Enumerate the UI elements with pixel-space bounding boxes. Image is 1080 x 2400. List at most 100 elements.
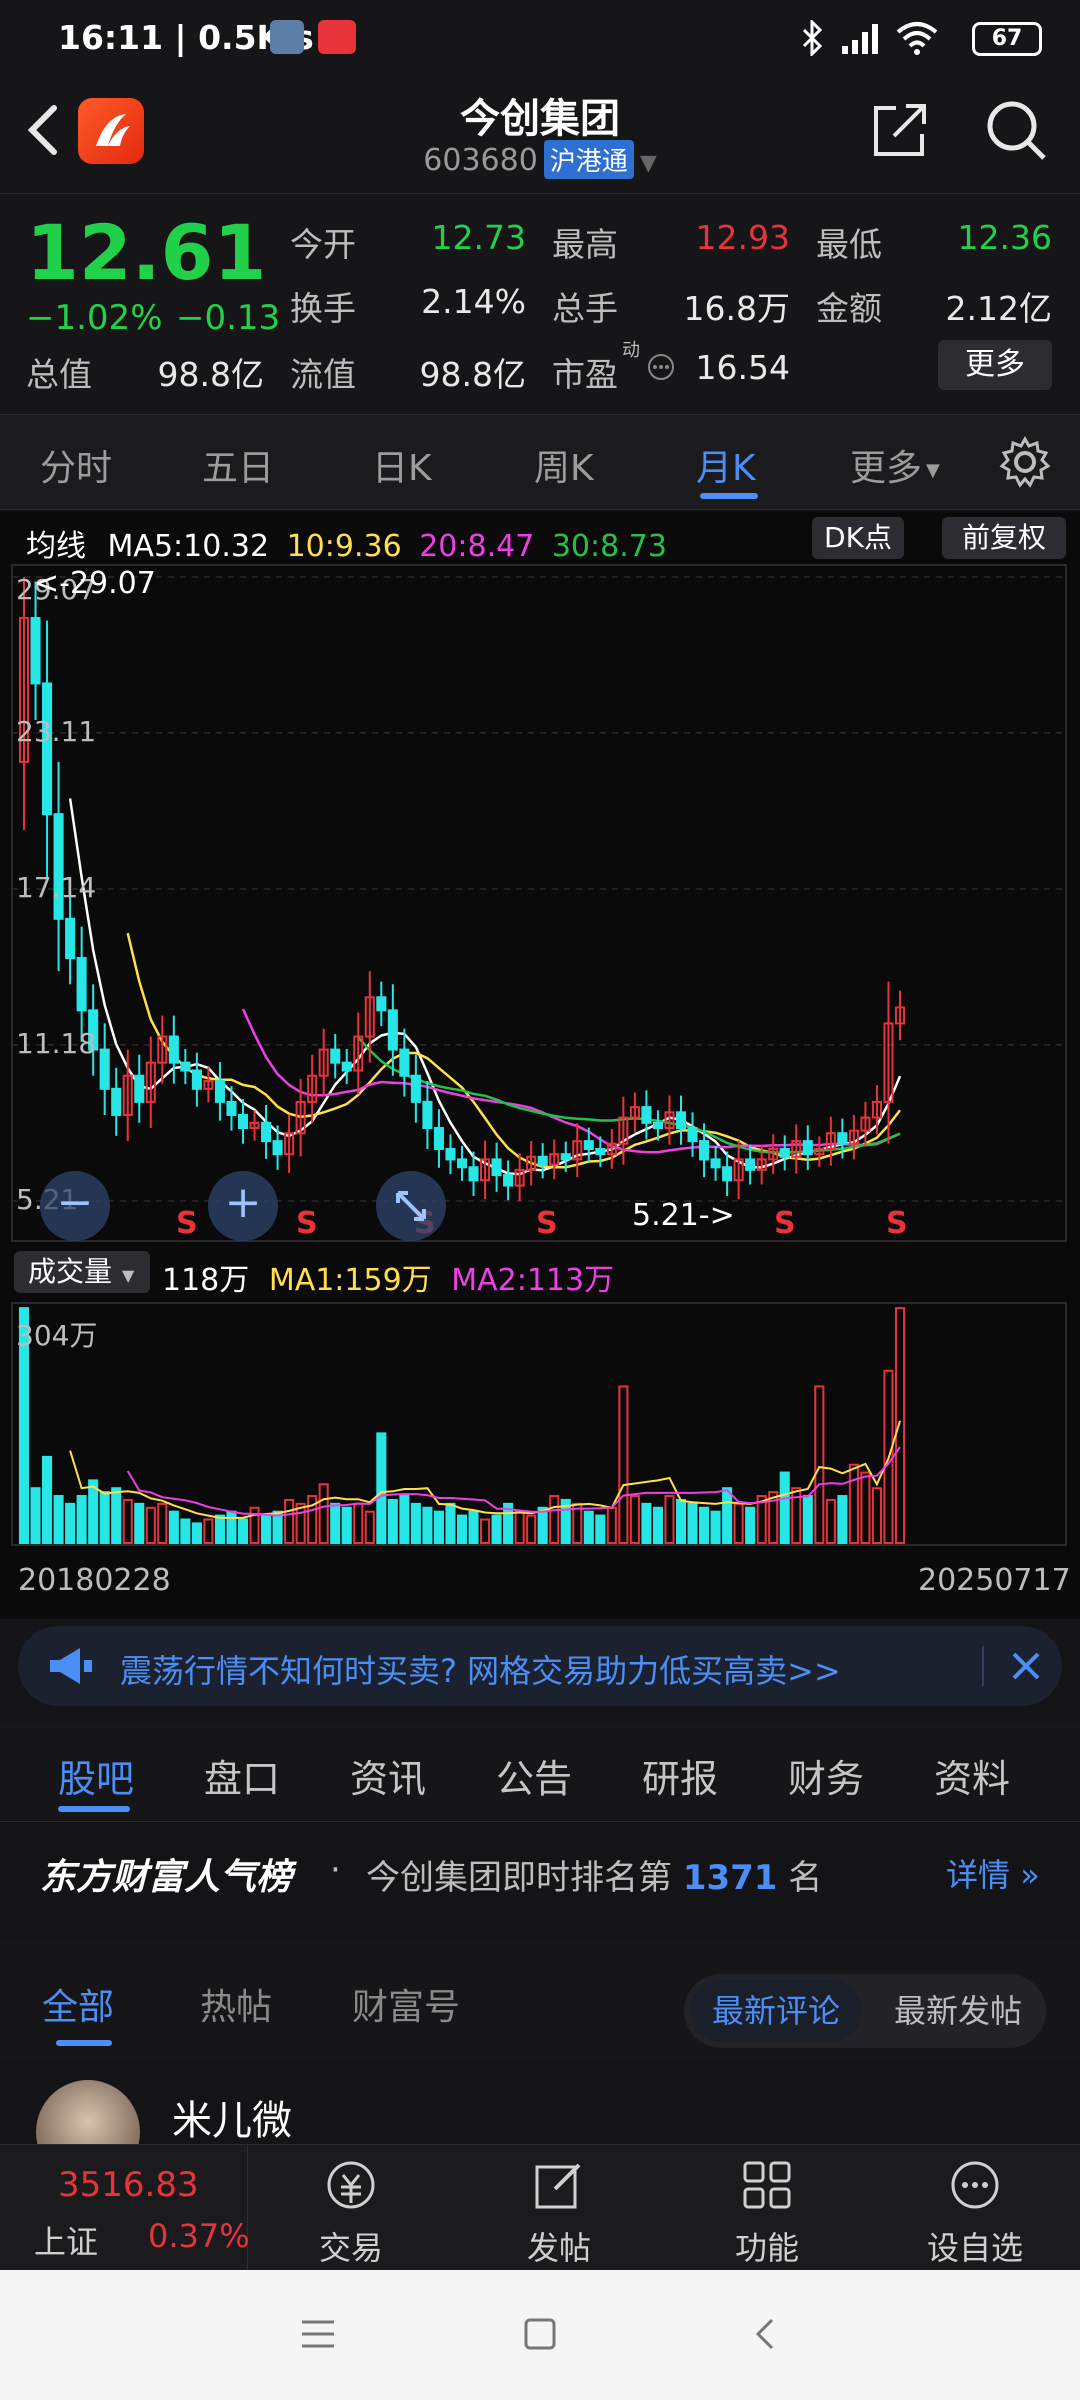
tab-guba[interactable]: 股吧 <box>58 1748 134 1803</box>
tab-order-book[interactable]: 盘口 <box>204 1748 280 1803</box>
candle <box>675 1111 687 1130</box>
tab-daily-k[interactable]: 日K <box>372 439 432 491</box>
volume-bar <box>733 1502 744 1545</box>
bluetooth-icon <box>802 20 823 56</box>
sell-marker: S <box>296 1206 318 1241</box>
candle <box>699 1140 710 1161</box>
label-pe: 市盈 <box>552 355 618 394</box>
rank-separator: · <box>330 1850 341 1890</box>
sort-latest-comment[interactable]: 最新评论 <box>690 1980 862 2042</box>
volume-indicator-button[interactable]: 成交量 ▼ <box>14 1251 150 1293</box>
tab-financials[interactable]: 财务 <box>788 1748 864 1803</box>
volume-bar <box>699 1506 710 1544</box>
zoom-out-button[interactable]: − <box>40 1171 110 1241</box>
value-pe: 16.54 <box>695 348 790 387</box>
volume-bar <box>583 1510 594 1544</box>
volume-bar <box>629 1495 640 1544</box>
period-tabs: 分时 五日 日K 周K 月K 更多 ▼ <box>0 414 1080 510</box>
volume-bar <box>134 1502 145 1545</box>
tab-more[interactable]: 更多 ▼ <box>850 439 940 491</box>
tab-monthly-k[interactable]: 月K <box>696 439 756 491</box>
candle <box>456 1158 468 1169</box>
nav-watchlist[interactable]: 设自选 <box>900 2145 1050 2271</box>
candle <box>134 1074 145 1103</box>
nav-functions-label: 功能 <box>734 2229 799 2267</box>
nav-functions[interactable]: 功能 <box>692 2145 842 2271</box>
low-marker: 5.21-> <box>632 1198 735 1233</box>
tab-profile[interactable]: 资料 <box>934 1748 1010 1803</box>
index-percent: 0.37% <box>148 2217 250 2255</box>
label-turnover: 换手 <box>290 289 356 328</box>
dropdown-icon[interactable]: ▼ <box>640 151 657 176</box>
rank-detail-label: 详情 <box>946 1856 1011 1894</box>
candle <box>237 1113 249 1130</box>
price-chart-frame <box>11 564 1067 1242</box>
candle <box>503 1174 514 1187</box>
stock-code: 603680 <box>423 143 538 178</box>
y-tick-label: 11.18 <box>16 1027 96 1060</box>
rank-brand: 东方财富人气榜 <box>40 1857 293 1898</box>
post-item[interactable]: 米儿微 <box>0 2060 1080 2144</box>
edit-icon <box>535 2163 581 2209</box>
fullscreen-button[interactable] <box>376 1171 446 1241</box>
more-quote-button[interactable]: 更多 <box>938 340 1052 390</box>
volume-bars <box>18 1307 906 1545</box>
tab-research[interactable]: 研报 <box>642 1748 718 1803</box>
volume-bar <box>318 1483 329 1545</box>
back-nav-icon[interactable] <box>750 2314 780 2354</box>
filter-hot[interactable]: 热帖 <box>200 1978 272 2030</box>
volume-bar <box>226 1510 237 1544</box>
hk-connect-badge: 沪港通 <box>543 140 634 179</box>
menu-icon[interactable] <box>298 2316 338 2352</box>
zoom-in-button[interactable]: + <box>208 1171 278 1241</box>
candle <box>491 1158 502 1177</box>
volume-bar <box>30 1487 41 1545</box>
index-value: 3516.83 <box>58 2165 199 2205</box>
volume-bar <box>111 1487 122 1545</box>
value-total-hands: 16.8万 <box>683 289 790 328</box>
candle <box>330 1048 341 1064</box>
grid-icon <box>743 2161 791 2209</box>
nav-post[interactable]: 发帖 <box>484 2145 634 2271</box>
close-icon[interactable] <box>1006 1646 1046 1686</box>
info-icon[interactable] <box>646 352 676 382</box>
volume-bar <box>410 1502 421 1545</box>
value-market-cap: 98.8亿 <box>157 355 264 394</box>
volume-bar <box>65 1502 76 1545</box>
tab-announcements[interactable]: 公告 <box>496 1748 572 1803</box>
signal-icon <box>842 24 878 54</box>
tab-intraday[interactable]: 分时 <box>40 439 112 491</box>
candle <box>168 1035 179 1064</box>
tab-weekly-k[interactable]: 周K <box>534 439 594 491</box>
label-open: 今开 <box>290 225 356 264</box>
nav-trade[interactable]: 交易 <box>276 2145 426 2271</box>
candle <box>687 1127 698 1143</box>
avatar[interactable] <box>36 2080 140 2144</box>
share-icon[interactable] <box>870 100 930 160</box>
candle <box>641 1106 652 1124</box>
filter-wealth[interactable]: 财富号 <box>352 1978 460 2030</box>
index-ticker[interactable]: 3516.83 上证 0.37% <box>0 2145 250 2271</box>
kline-chart[interactable]: 均线 MA5:10.32 10:9.36 20:8.47 30:8.73 DK点… <box>0 511 1080 1619</box>
popularity-rank[interactable]: 东方财富人气榜 · 今创集团即时排名第 1371 名 详情 » <box>0 1824 1080 1916</box>
volume-bar <box>848 1463 859 1544</box>
volume-bar <box>157 1502 168 1545</box>
rank-text: 今创集团即时排名第 1371 名 <box>366 1850 822 1899</box>
search-icon[interactable] <box>984 98 1048 162</box>
gear-icon[interactable] <box>998 435 1052 489</box>
candle <box>191 1069 202 1090</box>
candle <box>433 1127 444 1150</box>
rank-detail-link[interactable]: 详情 » <box>946 1850 1040 1896</box>
tab-news[interactable]: 资讯 <box>350 1748 426 1803</box>
promo-banner[interactable]: 震荡行情不知何时买卖? 网格交易助力低买高卖>> <box>18 1626 1062 1706</box>
content-tab-indicator <box>58 1806 130 1812</box>
volume-bar <box>422 1506 433 1544</box>
label-low: 最低 <box>816 225 882 264</box>
post-username[interactable]: 米儿微 <box>172 2088 292 2144</box>
candle <box>261 1121 272 1143</box>
candle <box>779 1147 790 1158</box>
sort-latest-post[interactable]: 最新发帖 <box>874 1980 1042 2042</box>
filter-all[interactable]: 全部 <box>42 1978 114 2030</box>
tab-five-day[interactable]: 五日 <box>202 439 274 491</box>
home-icon[interactable] <box>520 2314 560 2354</box>
